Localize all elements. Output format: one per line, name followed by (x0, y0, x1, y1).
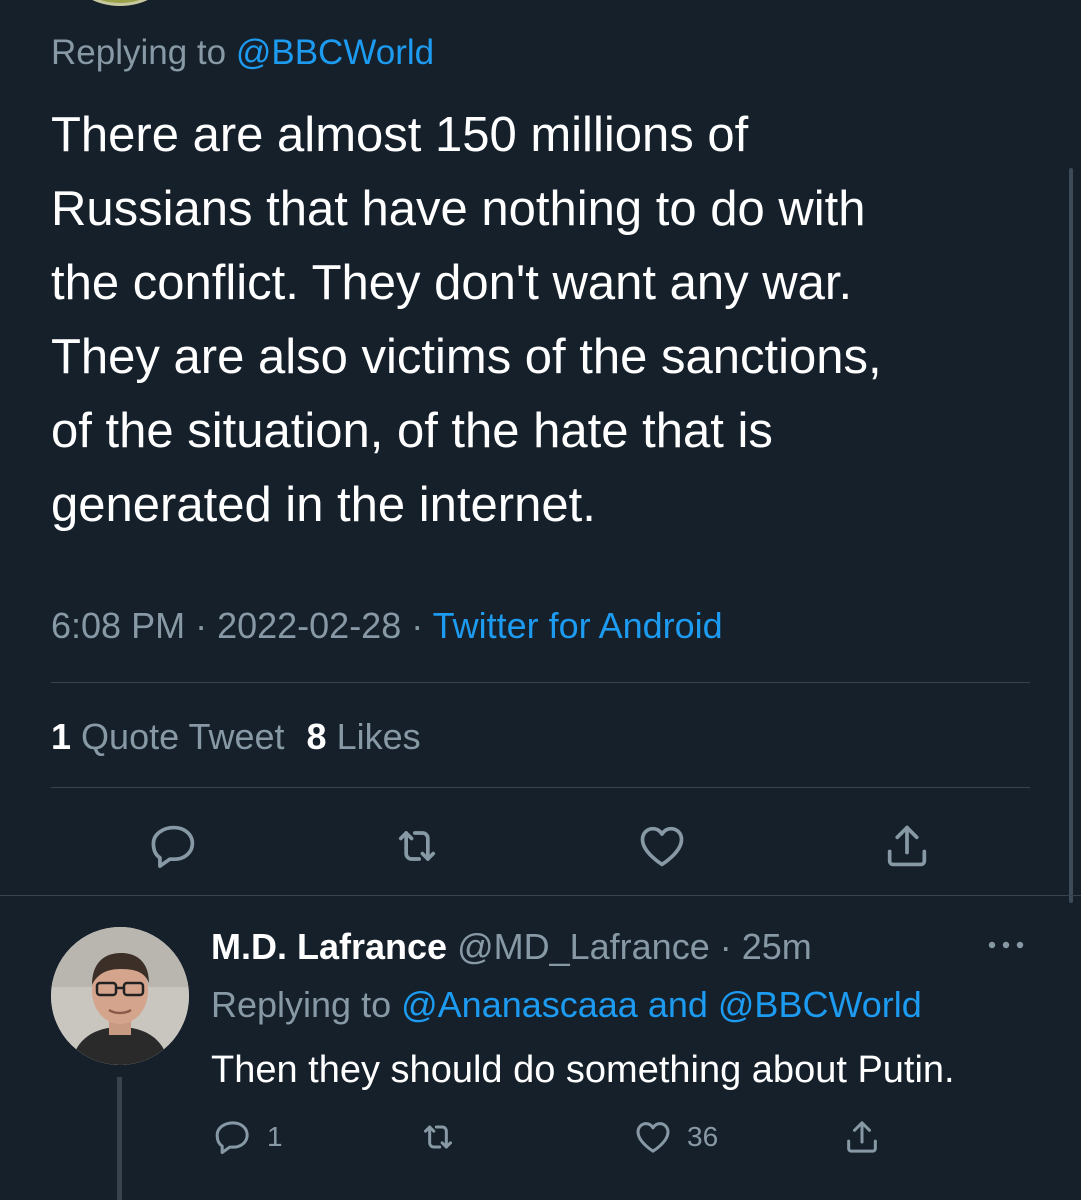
reply-like-count: 36 (687, 1121, 719, 1152)
replying-to-line: Replying to @BBCWorld (51, 33, 434, 73)
tweet-text-line: There are almost 150 millions of (51, 108, 749, 162)
reply-author-avatar[interactable] (51, 927, 189, 1065)
quote-count: 1 (51, 716, 72, 757)
replying-to-handles-link[interactable]: @Ananascaaa and @BBCWorld (401, 984, 922, 1025)
tweet-time: 6:08 PM (51, 605, 186, 646)
quote-tweets-stat[interactable]: 1 Quote Tweet (51, 716, 285, 757)
tweet-source-link[interactable]: Twitter for Android (433, 605, 723, 646)
tweet-detail-page: Replying to @BBCWorld There are almost 1… (0, 0, 1081, 1200)
reply-count: 1 (267, 1121, 283, 1152)
divider (51, 682, 1030, 683)
reply-button[interactable] (148, 820, 200, 872)
retweet-button[interactable] (391, 820, 443, 872)
tweet-text-line: of the situation, of the hate that is (51, 404, 773, 458)
share-icon (847, 1121, 877, 1153)
share-icon (887, 825, 927, 867)
like-count: 8 (306, 716, 327, 757)
likes-label: Likes (336, 716, 421, 757)
tweet-meta: 6:08 PM · 2022-02-28 · Twitter for Andro… (51, 605, 723, 647)
original-author-avatar[interactable] (72, 0, 168, 6)
reply-text: Then they should do something about Puti… (211, 1049, 955, 1091)
replying-prefix: Replying to (51, 33, 236, 72)
reply-icon (151, 825, 195, 868)
reply-replying-to-line: Replying to @Ananascaaa and @BBCWorld (211, 984, 922, 1026)
tweet-stats: 1 Quote Tweet 8 Likes (51, 716, 421, 758)
meta-separator: · (401, 605, 433, 646)
like-button[interactable] (636, 820, 688, 872)
tweet-text-line: Russians that have nothing to do with (51, 182, 866, 236)
time-separator: · (709, 926, 742, 967)
replying-to-handle-link[interactable]: @BBCWorld (236, 33, 434, 72)
reply-share-button[interactable] (842, 1116, 882, 1158)
meta-separator: · (185, 605, 218, 646)
divider (51, 787, 1030, 788)
section-divider (0, 895, 1081, 896)
tweet-text: There are almost 150 millions of Russian… (51, 98, 1031, 542)
more-options-button[interactable] (985, 935, 1027, 955)
reply-retweet-button[interactable] (418, 1116, 458, 1158)
heart-icon (636, 1122, 670, 1153)
tweet-text-line: the conflict. They don't want any war. (51, 256, 853, 310)
replying-prefix: Replying to (211, 984, 402, 1025)
more-icon (988, 941, 1024, 949)
share-button[interactable] (881, 820, 933, 872)
scrollbar[interactable] (1069, 168, 1073, 903)
likes-stat[interactable]: 8 Likes (307, 716, 421, 757)
reply-reply-button[interactable]: 1 (213, 1116, 283, 1158)
reply-header: M.D. Lafrance @MD_Lafrance · 25m (211, 926, 812, 968)
avatar-photo (51, 927, 189, 1065)
reply-time[interactable]: 25m (742, 926, 812, 967)
reply-icon (215, 1121, 249, 1154)
tweet-text-line: generated in the internet. (51, 478, 596, 532)
quote-label: Quote Tweet (81, 716, 285, 757)
reply-author-handle[interactable]: @MD_Lafrance (457, 926, 710, 967)
retweet-icon (424, 1125, 452, 1149)
retweet-icon (398, 831, 436, 861)
thread-line (117, 1077, 122, 1200)
reply-author-name[interactable]: M.D. Lafrance (211, 926, 447, 967)
heart-icon (640, 826, 684, 867)
reply-like-button[interactable]: 36 (633, 1116, 718, 1158)
tweet-date: 2022-02-28 (217, 605, 402, 646)
tweet-text-line: They are also victims of the sanctions, (51, 330, 882, 384)
